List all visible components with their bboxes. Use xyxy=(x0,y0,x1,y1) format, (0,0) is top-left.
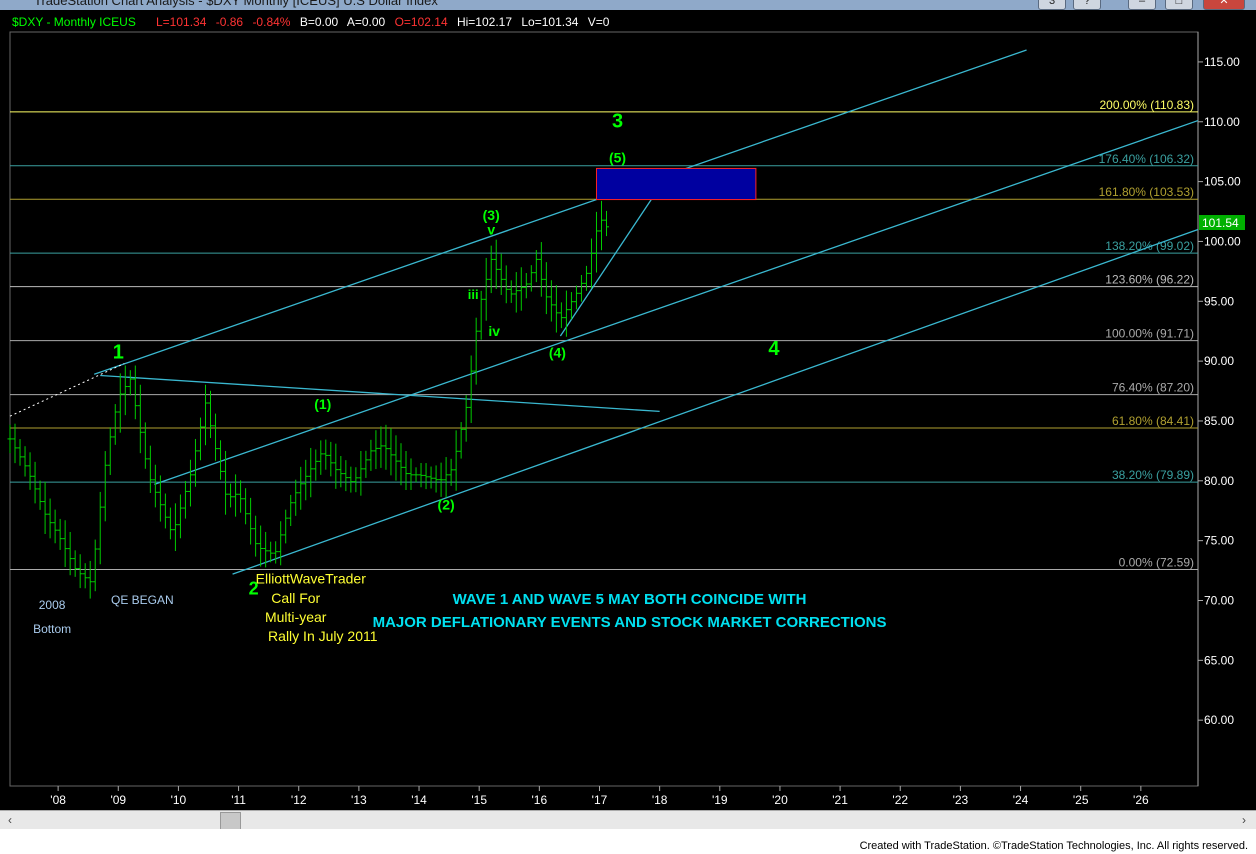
fib-label: 100.00% (91.71) xyxy=(1105,327,1194,341)
wave-label: iii xyxy=(468,287,479,302)
header-volume: V=0 xyxy=(588,15,610,29)
close-button[interactable]: ✕ xyxy=(1203,0,1245,10)
y-tick-label: 75.00 xyxy=(1204,534,1234,548)
wave-label: (4) xyxy=(549,345,566,361)
help-button[interactable]: ? xyxy=(1073,0,1101,10)
chart-annotation: Multi-year xyxy=(265,609,327,625)
x-tick-label: '09 xyxy=(110,793,126,807)
chart-area[interactable]: 200.00% (110.83) 176.40% (106.32) 161.80% … xyxy=(0,10,1256,810)
price-chart[interactable]: 200.00% (110.83)176.40% (106.32)161.80% … xyxy=(0,10,1256,810)
x-tick-label: '13 xyxy=(351,793,367,807)
x-tick-label: '26 xyxy=(1133,793,1149,807)
wave-label: (1) xyxy=(314,396,331,412)
y-tick-label: 110.00 xyxy=(1204,115,1240,129)
minimize-button[interactable]: – xyxy=(1128,0,1156,10)
header-high: Hi=102.17 xyxy=(457,15,512,29)
y-tick-label: 105.00 xyxy=(1204,175,1241,189)
fib-label: 38.20% (79.89) xyxy=(1112,468,1194,482)
x-tick-label: '11 xyxy=(231,793,246,807)
x-tick-label: '14 xyxy=(411,793,427,807)
y-tick-label: 85.00 xyxy=(1204,414,1234,428)
x-tick-label: '08 xyxy=(50,793,66,807)
footer-credit: Created with TradeStation. ©TradeStation… xyxy=(859,840,1248,852)
y-tick-label: 115.00 xyxy=(1204,55,1240,69)
chart-annotation: Call For xyxy=(271,590,320,606)
wave-label: 1 xyxy=(113,342,124,364)
header-last: L=101.34 xyxy=(156,15,207,29)
x-tick-label: '10 xyxy=(171,793,187,807)
wave-label: (2) xyxy=(438,497,455,513)
header-change-pct: -0.84% xyxy=(252,15,290,29)
footer: Created with TradeStation. ©TradeStation… xyxy=(0,829,1256,854)
wave-label: 3 xyxy=(612,111,623,133)
chart-annotation: WAVE 1 AND WAVE 5 MAY BOTH COINCIDE WITH xyxy=(453,591,807,608)
target-zone-box xyxy=(595,167,757,201)
fib-label: 0.00% (72.59) xyxy=(1119,555,1194,569)
x-tick-label: '19 xyxy=(712,793,728,807)
y-tick-label: 70.00 xyxy=(1204,593,1234,607)
y-tick-label: 100.00 xyxy=(1204,234,1241,248)
maximize-button[interactable]: □ xyxy=(1165,0,1193,10)
x-tick-label: '22 xyxy=(892,793,908,807)
window-titlebar: TradeStation Chart Analysis - $DXY Month… xyxy=(0,0,1256,10)
x-tick-label: '12 xyxy=(291,793,307,807)
chart-annotation: ElliottWaveTrader xyxy=(256,571,367,587)
chart-annotation: 2008 xyxy=(39,598,66,612)
fib-label: 76.40% (87.20) xyxy=(1112,381,1194,395)
wave-label: (5) xyxy=(609,149,626,165)
x-tick-label: '24 xyxy=(1013,793,1029,807)
header-symbol: $DXY - Monthly ICEUS xyxy=(12,15,136,29)
y-tick-label: 60.00 xyxy=(1204,713,1234,727)
x-tick-label: '15 xyxy=(471,793,487,807)
x-tick-label: '21 xyxy=(832,793,848,807)
chart-annotation: Rally In July 2011 xyxy=(268,628,378,644)
fib-label: 200.00% (110.83) xyxy=(1099,98,1194,112)
x-tick-label: '25 xyxy=(1073,793,1089,807)
chart-annotation: Bottom xyxy=(33,622,71,636)
x-tick-label: '20 xyxy=(772,793,788,807)
header-bid: B=0.00 xyxy=(300,15,339,29)
header-open: O=102.14 xyxy=(395,15,448,29)
last-price-label: 101.54 xyxy=(1202,216,1239,230)
header-change: -0.86 xyxy=(216,15,244,29)
wave-label: 4 xyxy=(768,338,780,360)
y-tick-label: 90.00 xyxy=(1204,354,1234,368)
header-low: Lo=101.34 xyxy=(521,15,578,29)
scroll-right-icon[interactable]: › xyxy=(1236,811,1252,829)
fib-label: 123.60% (96.22) xyxy=(1105,273,1194,287)
x-tick-label: '18 xyxy=(652,793,668,807)
scroll-thumb[interactable] xyxy=(220,812,241,830)
fib-label: 61.80% (84.41) xyxy=(1112,414,1194,428)
fib-label: 161.80% (103.53) xyxy=(1099,185,1194,199)
fib-label: 176.40% (106.32) xyxy=(1099,152,1194,166)
chart-annotation: QE BEGAN xyxy=(111,593,174,607)
wave-label: v xyxy=(487,221,495,237)
chart-annotation: MAJOR DEFLATIONARY EVENTS AND STOCK MARK… xyxy=(373,614,887,631)
x-tick-label: '17 xyxy=(592,793,608,807)
x-tick-label: '16 xyxy=(532,793,548,807)
window-restore-button[interactable]: 3 xyxy=(1038,0,1066,10)
y-tick-label: 95.00 xyxy=(1204,294,1234,308)
window-title: TradeStation Chart Analysis - $DXY Month… xyxy=(34,0,438,8)
y-tick-label: 80.00 xyxy=(1204,474,1234,488)
horizontal-scrollbar[interactable]: ‹ › xyxy=(0,810,1256,830)
wave-label: iv xyxy=(488,323,500,339)
y-tick-label: 65.00 xyxy=(1204,653,1234,667)
x-tick-label: '23 xyxy=(953,793,969,807)
header-ask: A=0.00 xyxy=(347,15,386,29)
scroll-left-icon[interactable]: ‹ xyxy=(2,811,18,829)
